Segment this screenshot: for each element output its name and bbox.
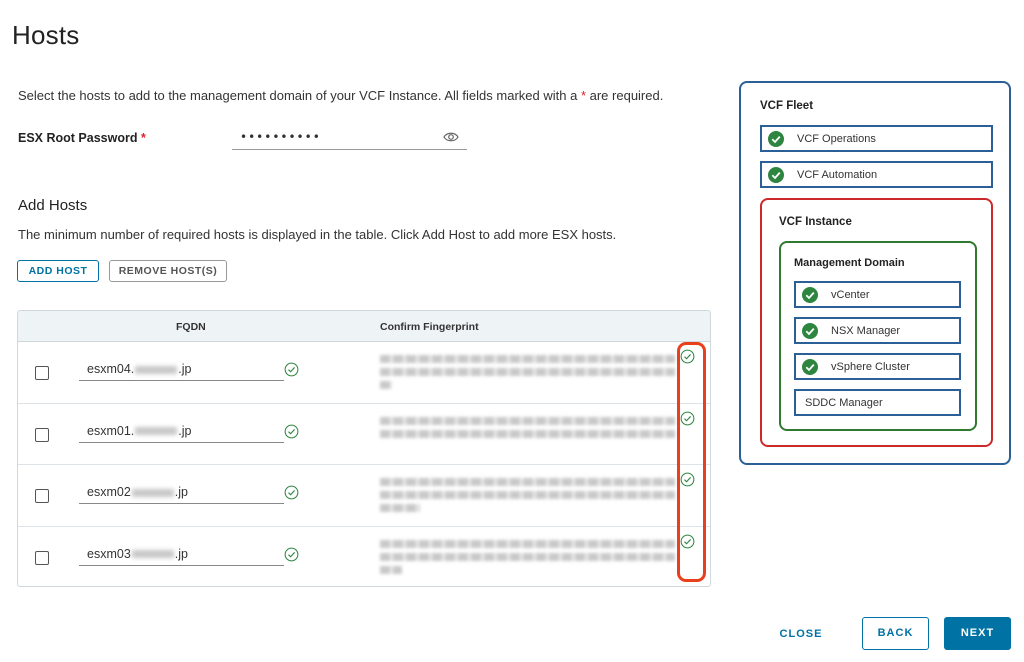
fqdn-text: .jp: [174, 546, 188, 561]
fingerprint-redacted: [380, 535, 675, 581]
page-title: Hosts: [12, 20, 80, 50]
vcf-instance-box: VCF Instance Management Domain vCenter N…: [760, 198, 993, 447]
fqdn-input[interactable]: esxm01. .jp: [79, 420, 284, 443]
fingerprint-redacted: [380, 412, 675, 458]
check-circle-filled-icon: [802, 287, 818, 303]
domain-item-label: vSphere Cluster: [831, 361, 910, 373]
add-host-button[interactable]: ADD HOST: [17, 260, 99, 282]
vcf-fleet-panel: VCF Fleet VCF Operations VCF Automation …: [739, 81, 1011, 465]
intro-text-main: Select the hosts to add to the managemen…: [18, 88, 578, 103]
next-button[interactable]: NEXT: [944, 617, 1011, 650]
redacted-text: [131, 488, 174, 497]
vcf-instance-title: VCF Instance: [779, 216, 852, 228]
fleet-item-label: VCF Operations: [797, 133, 876, 145]
required-mark: *: [580, 88, 586, 103]
password-label: ESX Root Password *: [18, 131, 146, 145]
close-button[interactable]: CLOSE: [770, 622, 832, 646]
domain-item-vcenter: vCenter: [794, 281, 961, 308]
password-label-text: ESX Root Password: [18, 131, 138, 145]
row-checkbox[interactable]: [35, 489, 49, 503]
table-header: FQDN Confirm Fingerprint: [18, 311, 710, 342]
fingerprint-validation-highlight: [677, 342, 706, 582]
check-circle-icon: [284, 424, 299, 438]
domain-item-label: SDDC Manager: [805, 397, 883, 409]
fqdn-input[interactable]: esxm03 .jp: [79, 543, 284, 566]
fqdn-text: esxm01.: [87, 423, 135, 438]
domain-item-vsphere-cluster: vSphere Cluster: [794, 353, 961, 380]
management-domain-title: Management Domain: [794, 257, 905, 269]
check-circle-icon: [284, 547, 299, 561]
domain-item-nsx-manager: NSX Manager: [794, 317, 961, 344]
domain-item-label: NSX Manager: [831, 325, 901, 337]
vcf-fleet-title: VCF Fleet: [760, 100, 814, 112]
management-domain-box: Management Domain vCenter NSX Manager vS…: [779, 241, 977, 431]
fingerprint-redacted: [380, 473, 675, 519]
redacted-text: [135, 427, 178, 436]
required-mark: *: [140, 131, 146, 145]
table-row: esxm02 .jp: [18, 465, 710, 527]
check-circle-icon: [284, 362, 299, 377]
fleet-item-vcf-operations: VCF Operations: [760, 125, 993, 152]
fqdn-text: esxm02: [87, 485, 131, 499]
back-button[interactable]: BACK: [862, 617, 929, 650]
table-row: esxm03 .jp: [18, 527, 710, 587]
redacted-text: [135, 365, 178, 374]
domain-item-label: vCenter: [831, 289, 870, 301]
password-input[interactable]: [232, 125, 432, 149]
fqdn-input[interactable]: esxm04. .jp: [79, 358, 284, 381]
fqdn-text: esxm03: [87, 546, 131, 561]
row-checkbox[interactable]: [35, 427, 49, 442]
domain-item-sddc-manager: SDDC Manager: [794, 389, 961, 416]
row-checkbox[interactable]: [35, 550, 49, 565]
intro-text: Select the hosts to add to the managemen…: [18, 88, 663, 103]
fleet-item-label: VCF Automation: [797, 169, 878, 181]
row-checkbox[interactable]: [35, 366, 49, 380]
table-row: esxm04. .jp: [18, 342, 710, 404]
intro-text-end: are required.: [589, 88, 664, 103]
fingerprint-redacted: [380, 350, 675, 396]
fqdn-text: .jp: [178, 423, 192, 438]
fqdn-text: .jp: [174, 485, 188, 499]
column-header-fingerprint: Confirm Fingerprint: [380, 321, 479, 333]
password-field[interactable]: [232, 125, 467, 150]
eye-icon[interactable]: [443, 130, 459, 144]
fqdn-text: .jp: [178, 362, 192, 376]
table-row: esxm01. .jp: [18, 404, 710, 465]
fleet-item-vcf-automation: VCF Automation: [760, 161, 993, 188]
check-circle-filled-icon: [802, 323, 818, 339]
add-hosts-description: The minimum number of required hosts is …: [18, 227, 617, 242]
fqdn-text: esxm04.: [87, 362, 135, 376]
add-hosts-title: Add Hosts: [18, 197, 88, 214]
column-header-fqdn: FQDN: [176, 321, 206, 333]
redacted-text: [131, 550, 174, 559]
check-circle-filled-icon: [768, 167, 784, 183]
remove-hosts-button[interactable]: REMOVE HOST(S): [109, 260, 227, 282]
hosts-table: FQDN Confirm Fingerprint esxm04. .jp esxm…: [17, 310, 711, 587]
fqdn-input[interactable]: esxm02 .jp: [79, 481, 284, 504]
check-circle-filled-icon: [768, 131, 784, 147]
check-circle-icon: [284, 485, 299, 500]
check-circle-filled-icon: [802, 359, 818, 375]
